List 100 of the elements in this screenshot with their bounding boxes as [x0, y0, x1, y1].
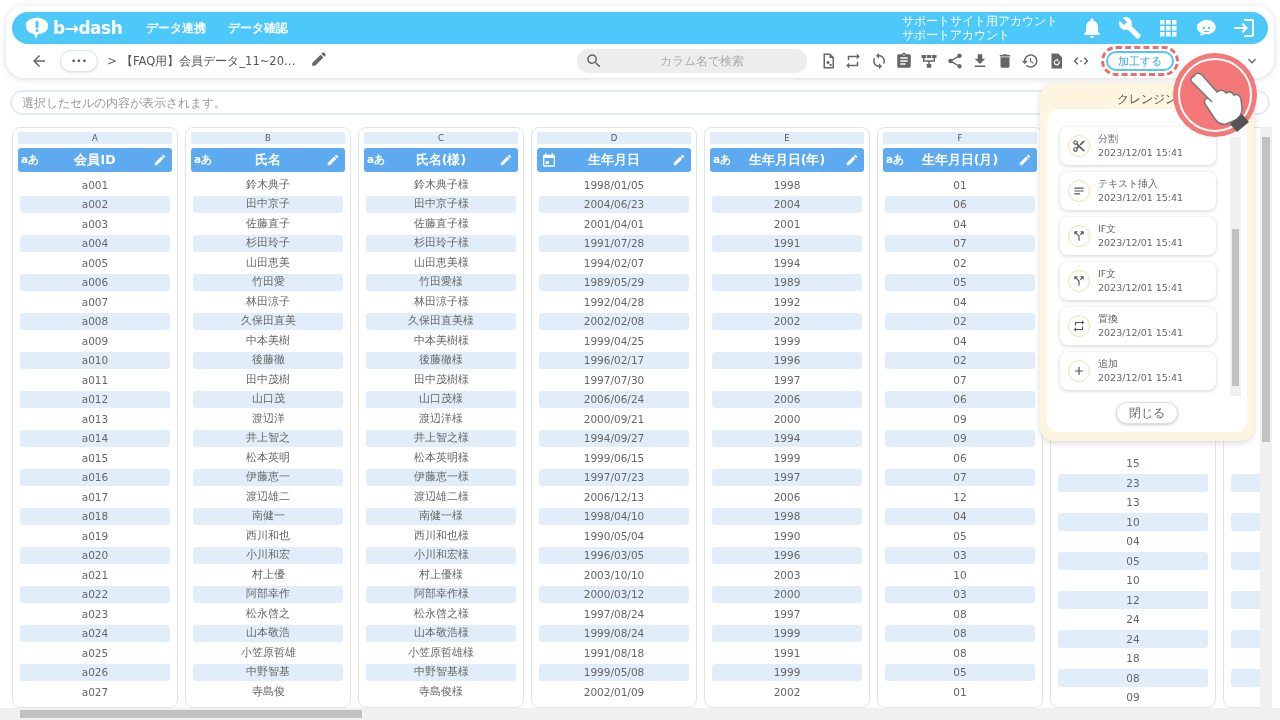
table-cell[interactable]: 鈴木典子様: [366, 176, 516, 194]
swap-icon[interactable]: [844, 52, 863, 70]
table-cell[interactable]: 10: [1058, 513, 1208, 531]
table-cell[interactable]: 15: [1058, 454, 1208, 472]
table-cell[interactable]: 村上優様: [366, 566, 516, 584]
table-cell[interactable]: 松本英明様: [366, 449, 516, 467]
table-cell[interactable]: 1998: [712, 176, 862, 194]
table-cell[interactable]: 阿部幸作様: [366, 585, 516, 603]
table-cell[interactable]: 1994/09/27: [539, 429, 689, 447]
table-cell[interactable]: 小川和宏: [193, 546, 343, 564]
table-cell[interactable]: a013: [20, 410, 170, 428]
table-cell[interactable]: 寺島俊: [193, 683, 343, 701]
table-cell[interactable]: 小笠原哲雄様: [366, 644, 516, 662]
table-cell[interactable]: 08: [885, 605, 1035, 623]
table-cell[interactable]: 2000: [712, 410, 862, 428]
table-cell[interactable]: 08: [1058, 669, 1208, 687]
table-cell[interactable]: 田中茂樹様: [366, 371, 516, 389]
search-field[interactable]: カラム名で検索: [577, 49, 808, 73]
table-cell[interactable]: 1999: [712, 624, 862, 642]
table-cell[interactable]: 山田恵美: [193, 254, 343, 272]
table-cell[interactable]: 2002/02/08: [539, 312, 689, 330]
table-cell[interactable]: 03: [885, 546, 1035, 564]
table-cell[interactable]: a001: [20, 176, 170, 194]
scrollbar-thumb[interactable]: [1232, 229, 1239, 386]
table-cell[interactable]: a014: [20, 429, 170, 447]
clipboard-icon[interactable]: [894, 52, 913, 70]
pencil-icon[interactable]: [845, 153, 859, 167]
table-cell[interactable]: 南健一: [193, 507, 343, 525]
table-cell[interactable]: 04: [1058, 532, 1208, 550]
table-cell[interactable]: 06: [885, 390, 1035, 408]
table-cell[interactable]: 09: [885, 410, 1035, 428]
table-cell[interactable]: 18: [1058, 649, 1208, 667]
pencil-icon[interactable]: [326, 153, 340, 167]
table-cell[interactable]: 07: [885, 234, 1035, 252]
table-cell[interactable]: a026: [20, 663, 170, 681]
table-cell[interactable]: 13: [1058, 493, 1208, 511]
table-cell[interactable]: 10: [1058, 571, 1208, 589]
table-cell[interactable]: 1999: [712, 663, 862, 681]
table-cell[interactable]: 1997: [712, 371, 862, 389]
table-cell[interactable]: a015: [20, 449, 170, 467]
table-cell[interactable]: 伊藤恵一様: [366, 468, 516, 486]
table-cell[interactable]: 中本美樹様: [366, 332, 516, 350]
table-cell[interactable]: a021: [20, 566, 170, 584]
table-cell[interactable]: 鈴木典子: [193, 176, 343, 194]
table-cell[interactable]: 田中茂樹: [193, 371, 343, 389]
table-cell[interactable]: 05: [885, 273, 1035, 291]
table-cell[interactable]: 1999/06/15: [539, 449, 689, 467]
table-cell[interactable]: 山口茂: [193, 390, 343, 408]
table-cell[interactable]: a017: [20, 488, 170, 506]
table-cell[interactable]: a023: [20, 605, 170, 623]
table-cell[interactable]: 田中京子: [193, 195, 343, 213]
table-cell[interactable]: 1999/04/25: [539, 332, 689, 350]
table-cell[interactable]: 09: [885, 429, 1035, 447]
tree-icon[interactable]: [920, 52, 939, 70]
table-cell[interactable]: 04: [885, 332, 1035, 350]
table-cell[interactable]: 寺島俊様: [366, 683, 516, 701]
table-cell[interactable]: 2000: [712, 585, 862, 603]
pencil-icon[interactable]: [672, 153, 686, 167]
table-cell[interactable]: 05: [885, 663, 1035, 681]
table-cell[interactable]: 小笠原哲雄: [193, 644, 343, 662]
cleansing-step[interactable]: 置換 2023/12/01 15:41: [1060, 307, 1216, 345]
table-cell[interactable]: a011: [20, 371, 170, 389]
table-cell[interactable]: 1998: [712, 507, 862, 525]
table-cell[interactable]: 2002: [712, 683, 862, 701]
table-cell[interactable]: a009: [20, 332, 170, 350]
table-cell[interactable]: 01: [885, 683, 1035, 701]
table-cell[interactable]: 渡辺雄二様: [366, 488, 516, 506]
table-cell[interactable]: 2000/09/21: [539, 410, 689, 428]
column-letter[interactable]: F: [883, 132, 1037, 144]
table-cell[interactable]: 23: [1058, 474, 1208, 492]
table-cell[interactable]: 12: [885, 488, 1035, 506]
column-letter[interactable]: E: [710, 132, 864, 144]
table-cell[interactable]: 1999: [712, 332, 862, 350]
table-cell[interactable]: 1997/07/23: [539, 468, 689, 486]
horizontal-scrollbar[interactable]: [0, 708, 1280, 720]
panel-scrollbar[interactable]: [1230, 137, 1241, 396]
table-cell[interactable]: 08: [885, 624, 1035, 642]
table-cell[interactable]: 井上智之様: [366, 429, 516, 447]
table-cell[interactable]: a003: [20, 215, 170, 233]
table-cell[interactable]: 06: [885, 195, 1035, 213]
table-cell[interactable]: 杉田玲子: [193, 234, 343, 252]
logout-icon[interactable]: [1232, 16, 1256, 40]
table-cell[interactable]: 09: [1058, 688, 1208, 706]
table-cell[interactable]: 佐藤直子: [193, 215, 343, 233]
table-cell[interactable]: 山本敬浩: [193, 624, 343, 642]
cleansing-step[interactable]: 追加 2023/12/01 15:41: [1060, 352, 1216, 390]
table-cell[interactable]: 林田涼子様: [366, 293, 516, 311]
table-cell[interactable]: 1997: [712, 605, 862, 623]
table-cell[interactable]: 1991: [712, 644, 862, 662]
table-cell[interactable]: 中野智基様: [366, 663, 516, 681]
table-cell[interactable]: 竹田愛様: [366, 273, 516, 291]
column-letter[interactable]: A: [18, 132, 172, 144]
table-cell[interactable]: 2006/06/24: [539, 390, 689, 408]
scrollbar-thumb[interactable]: [20, 710, 362, 718]
table-cell[interactable]: 2006: [712, 488, 862, 506]
table-cell[interactable]: 1991: [712, 234, 862, 252]
table-cell[interactable]: 2002: [712, 312, 862, 330]
table-cell[interactable]: 松永啓之様: [366, 605, 516, 623]
table-cell[interactable]: 久保田直美: [193, 312, 343, 330]
table-cell[interactable]: 12: [1058, 591, 1208, 609]
